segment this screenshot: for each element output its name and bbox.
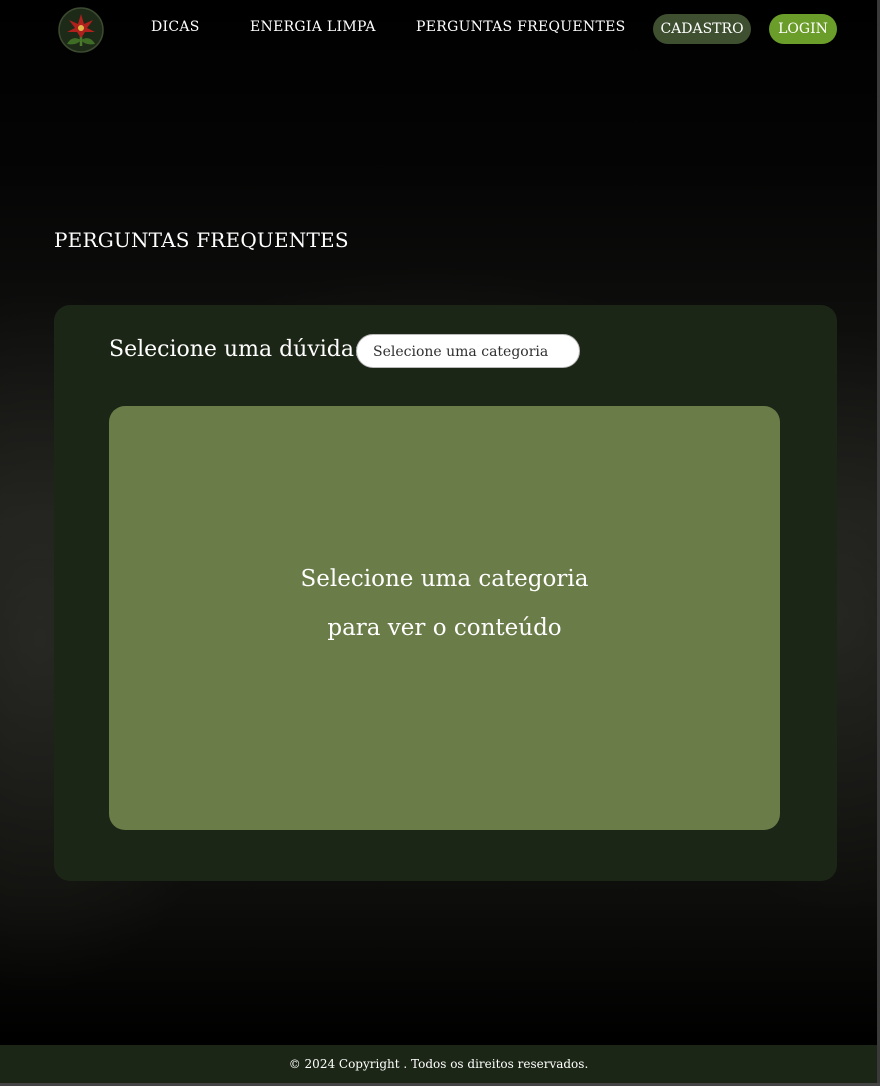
footer-copyright: © 2024 Copyright . Todos os direitos res… bbox=[0, 1045, 877, 1083]
login-button[interactable]: LOGIN bbox=[769, 14, 837, 44]
category-select[interactable]: Selecione uma categoria bbox=[356, 334, 580, 368]
content-area: Selecione uma categoria para ver o conte… bbox=[109, 406, 780, 830]
select-label: Selecione uma dúvida: bbox=[109, 337, 362, 362]
nav-link-dicas[interactable]: DICAS bbox=[151, 19, 200, 35]
page-title: PERGUNTAS FREQUENTES bbox=[54, 228, 349, 252]
content-placeholder-line-1: Selecione uma categoria bbox=[300, 566, 589, 592]
faq-panel: Selecione uma dúvida: Selecione uma cate… bbox=[54, 305, 837, 881]
site-header: DICAS ENERGIA LIMPA PERGUNTAS FREQUENTES… bbox=[0, 0, 880, 56]
flower-logo-icon[interactable] bbox=[57, 6, 105, 54]
nav-link-perguntas-frequentes[interactable]: PERGUNTAS FREQUENTES bbox=[416, 19, 626, 35]
nav-link-energia-limpa[interactable]: ENERGIA LIMPA bbox=[250, 19, 376, 35]
cadastro-button[interactable]: CADASTRO bbox=[653, 14, 751, 44]
page: DICAS ENERGIA LIMPA PERGUNTAS FREQUENTES… bbox=[0, 0, 880, 1086]
content-placeholder-line-2: para ver o conteúdo bbox=[327, 615, 562, 641]
